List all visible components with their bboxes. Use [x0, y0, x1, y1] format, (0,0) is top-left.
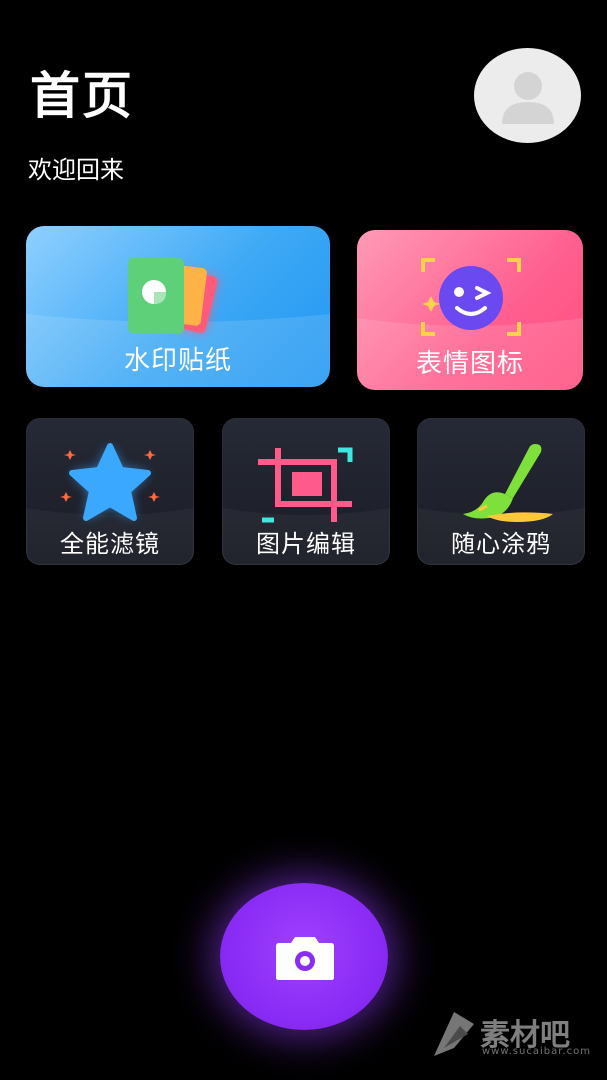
doodle-label: 随心涂鸦 [451, 530, 551, 558]
watermark-url: www.sucaibar.com [482, 1046, 591, 1057]
doodle-card[interactable]: 随心涂鸦 [417, 418, 585, 565]
camera-icon [276, 937, 334, 980]
welcome-subtitle: 欢迎回来 [28, 156, 124, 184]
emoji-icons-card[interactable]: 表情图标 [357, 230, 583, 390]
sticker-cards-icon [128, 258, 218, 334]
star-icon [60, 443, 160, 521]
site-watermark: 素材吧 www.sucaibar.com [430, 1008, 590, 1063]
watermark-logo-icon [434, 1012, 474, 1056]
camera-button[interactable] [220, 883, 388, 1030]
watermark-sticker-label: 水印贴纸 [123, 346, 232, 376]
user-avatar-icon [502, 72, 554, 124]
paintbrush-icon [463, 444, 553, 522]
image-edit-label: 图片编辑 [256, 530, 356, 558]
all-filters-label: 全能滤镜 [60, 530, 160, 558]
avatar-button[interactable] [474, 48, 581, 143]
wink-face-icon [421, 258, 521, 336]
crop-icon [258, 447, 353, 523]
all-filters-card[interactable]: 全能滤镜 [26, 418, 194, 565]
page-title: 首页 [30, 67, 134, 125]
image-edit-card[interactable]: 图片编辑 [222, 418, 390, 565]
watermark-sticker-card[interactable]: 水印贴纸 [26, 226, 330, 387]
emoji-icons-label: 表情图标 [415, 349, 524, 379]
